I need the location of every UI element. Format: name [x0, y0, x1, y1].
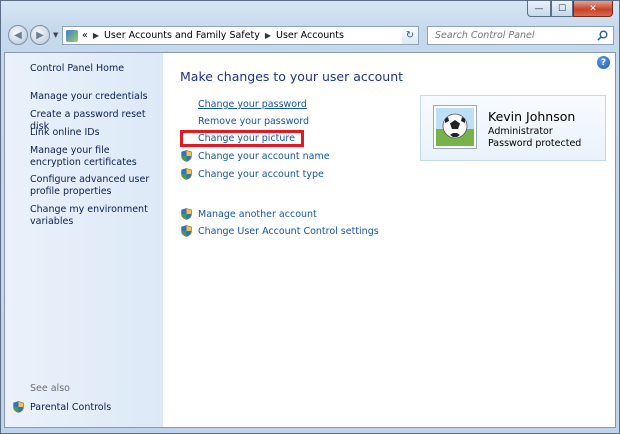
password-status: Password protected: [488, 138, 582, 149]
search-input[interactable]: [433, 29, 597, 42]
title-bar[interactable]: — ☐ ✕: [1, 1, 619, 23]
soccer-ball-icon: [436, 108, 474, 146]
task-manage-another-account[interactable]: Manage another account: [181, 208, 317, 220]
user-role: Administrator: [488, 126, 553, 137]
uac-shield-icon: [181, 168, 192, 180]
parental-controls-label: Parental Controls: [30, 401, 112, 413]
chevron-right-icon: ▶: [92, 31, 99, 40]
search-icon[interactable]: [597, 30, 608, 41]
task-label: Manage another account: [198, 208, 317, 220]
task-label: Change your account type: [198, 168, 324, 180]
task-sidebar: Control Panel Home Manage your credentia…: [5, 53, 163, 427]
uac-shield-icon: [13, 401, 24, 413]
task-remove-password[interactable]: Remove your password: [198, 116, 309, 127]
control-panel-icon: [66, 29, 78, 42]
sidebar-item-file-encryption[interactable]: Manage your file encryption certificates: [30, 145, 160, 168]
breadcrumb-overflow[interactable]: «: [82, 30, 88, 41]
uac-shield-icon: [181, 150, 192, 162]
uac-shield-icon: [181, 225, 192, 237]
task-uac-settings[interactable]: Change User Account Control settings: [181, 225, 379, 237]
task-change-password[interactable]: Change your password: [198, 99, 307, 110]
breadcrumb-user-accounts[interactable]: User Accounts: [276, 30, 344, 41]
help-icon[interactable]: ?: [597, 56, 610, 69]
page-title: Make changes to your user account: [180, 69, 404, 84]
see-also-heading: See also: [30, 383, 70, 394]
content-pane: Control Panel Home Manage your credentia…: [4, 52, 616, 428]
uac-shield-icon: [181, 208, 192, 220]
task-change-account-name[interactable]: Change your account name: [181, 150, 330, 162]
recent-pages-dropdown-icon[interactable]: ▼: [53, 31, 58, 39]
chevron-right-icon[interactable]: ▶: [265, 31, 271, 40]
search-box[interactable]: [427, 26, 614, 45]
avatar[interactable]: [433, 105, 477, 149]
user-name: Kevin Johnson: [488, 109, 576, 124]
task-label: Change your account name: [198, 150, 330, 162]
minimize-button[interactable]: —: [527, 1, 551, 17]
control-panel-window: — ☐ ✕ ◀ ▶ ▼ « ▶ User Accounts and Family…: [0, 0, 620, 434]
sidebar-item-advanced-profile[interactable]: Configure advanced user profile properti…: [30, 174, 160, 197]
user-account-card: Kevin Johnson Administrator Password pro…: [420, 95, 606, 161]
breadcrumb-user-accounts-family-safety[interactable]: User Accounts and Family Safety: [104, 30, 260, 41]
main-panel: ? Make changes to your user account Chan…: [163, 53, 615, 427]
navigation-bar: ◀ ▶ ▼ « ▶ User Accounts and Family Safet…: [1, 23, 619, 51]
refresh-button[interactable]: ↻: [402, 26, 419, 45]
forward-button[interactable]: ▶: [30, 25, 50, 45]
sidebar-item-control-panel-home[interactable]: Control Panel Home: [30, 63, 160, 75]
sidebar-item-link-online-ids[interactable]: Link online IDs: [30, 127, 160, 139]
address-bar[interactable]: « ▶ User Accounts and Family Safety ▶ Us…: [62, 26, 418, 45]
sidebar-item-manage-credentials[interactable]: Manage your credentials: [30, 91, 160, 103]
task-label: Change User Account Control settings: [198, 225, 379, 237]
task-label: Remove your password: [198, 116, 310, 127]
task-change-account-type[interactable]: Change your account type: [181, 168, 324, 180]
close-button[interactable]: ✕: [573, 1, 613, 17]
task-label: Change your password: [198, 99, 307, 110]
highlight-box: [180, 130, 304, 147]
window-controls: — ☐ ✕: [527, 1, 613, 17]
sidebar-item-parental-controls[interactable]: Parental Controls: [13, 401, 111, 413]
sidebar-item-environment-variables[interactable]: Change my environment variables: [30, 204, 160, 227]
back-button[interactable]: ◀: [8, 25, 28, 45]
maximize-button[interactable]: ☐: [551, 1, 573, 17]
